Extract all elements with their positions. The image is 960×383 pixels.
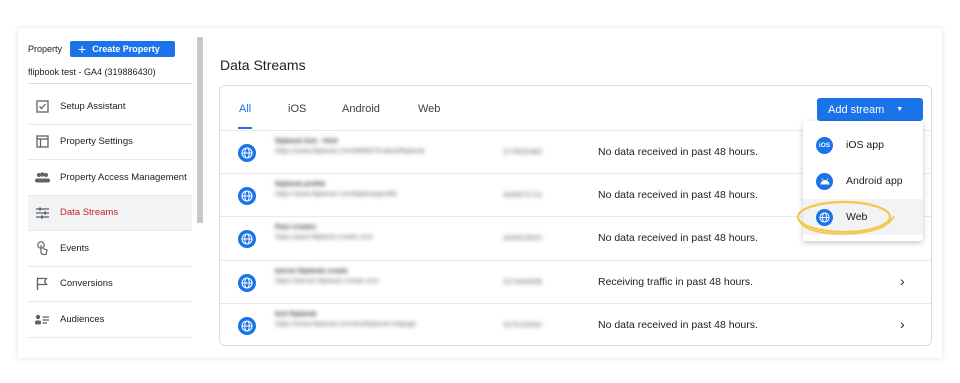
stream-row[interactable]: bernie flipbook create https://bernie-fl… [220,259,931,303]
stream-name: test flipbook [275,310,317,318]
stream-name: flipbook test - html [275,138,338,145]
menu-item-ios-app[interactable]: iOS iOS app [803,127,923,163]
stream-url: https://paul-flipbook-create.com [275,234,373,242]
nav-item-events[interactable]: Events [28,231,192,267]
stream-url: https://www.flipbook.com/flipbookprofile [275,191,398,199]
nav-item-conversions[interactable]: Conversions [28,267,192,302]
add-stream-label: Add stream [828,103,885,116]
stream-status: No data received in past 48 hours. [598,232,758,245]
stream-status: No data received in past 48 hours. [598,318,758,331]
divider [28,83,192,84]
stream-status: No data received in past 48 hours. [598,189,758,202]
stream-id: 4046672714 [503,192,542,200]
stream-id: 3275155563 [503,321,542,329]
nav-label: Conversions [60,278,113,290]
globe-icon [238,187,256,206]
globe-icon [238,144,256,162]
caret-down-icon: ▼ [896,106,904,113]
create-property-label: Create Property [92,44,160,54]
property-label: Property [28,44,63,54]
checklist-icon [34,98,50,114]
stream-url: https://www.flipbook.com/8865079-abcd/fl… [275,148,425,155]
create-property-button[interactable]: + Create Property [70,41,176,57]
nav-item-setup-assistant[interactable]: Setup Assistant [28,89,192,125]
stream-row[interactable]: test flipbook https://www.flipbook.com/t… [220,302,931,346]
nav-item-data-streams[interactable]: Data Streams [28,195,192,231]
globe-icon [238,273,256,292]
admin-nav: Setup Assistant Property Settings Proper… [28,89,192,338]
tab-web[interactable]: Web [418,103,440,115]
stream-url: https://www.flipbook.com/testflipbook-fu… [275,320,417,328]
flag-icon [34,276,50,292]
stream-name: bernie flipbook create [275,267,348,275]
stream-status: Receiving traffic in past 48 hours. [598,275,754,288]
property-selector[interactable]: flipbook test - GA4 (319886430) [28,67,156,77]
stream-id: 3274633638 [503,278,542,286]
chevron-right-icon[interactable]: › [900,316,905,332]
add-stream-button[interactable]: Add stream ▼ [817,98,923,121]
stream-status: No data received in past 48 hours. [598,146,758,158]
chevron-right-icon[interactable]: › [900,273,905,289]
menu-item-label: iOS app [846,139,884,151]
plus-icon: + [78,41,87,57]
tab-ios[interactable]: iOS [288,103,306,115]
stream-name: flipbook profile [275,181,326,189]
sidebar-scrollbar[interactable] [197,37,203,223]
tab-android[interactable]: Android [342,103,380,115]
globe-icon [238,316,256,335]
nav-label: Property Settings [60,136,133,148]
nav-label: Setup Assistant [60,100,126,112]
android-icon [816,172,833,190]
people-icon [34,169,50,185]
nav-label: Property Access Management [60,171,187,183]
active-tab-indicator [238,127,252,129]
property-settings-icon [34,134,50,150]
ios-icon: iOS [816,136,833,154]
touch-icon [34,240,50,256]
property-header: Property + Create Property [28,41,176,57]
nav-label: Events [60,242,90,254]
menu-item-label: Android app [846,175,903,187]
nav-label: Data Streams [60,207,119,219]
stream-url: https://bernie-flipbook-create.com [275,277,379,285]
nav-label: Audiences [60,313,105,325]
page-title: Data Streams [220,57,306,73]
stream-name: Paul creates [275,224,317,232]
globe-icon [238,230,256,249]
data-streams-icon [34,205,50,221]
nav-item-property-settings[interactable]: Property Settings [28,125,192,160]
nav-item-audiences[interactable]: Audiences [28,302,192,338]
menu-item-android-app[interactable]: Android app [803,163,923,199]
stream-id: 4426419010 [503,235,542,243]
nav-item-property-access-management[interactable]: Property Access Management [28,160,192,196]
audiences-icon [34,311,50,327]
admin-sidebar: Property + Create Property flipbook test… [28,37,192,355]
highlight-ring [796,200,895,235]
tab-all[interactable]: All [239,103,251,115]
stream-id: 3778002960 [503,149,542,156]
